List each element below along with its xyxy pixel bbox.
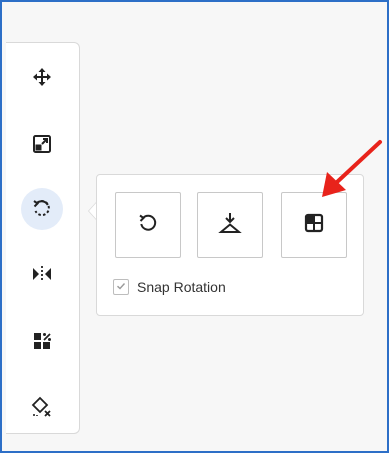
annotation-arrow-icon bbox=[322, 140, 382, 197]
app-frame: Snap Rotation bbox=[0, 0, 389, 453]
